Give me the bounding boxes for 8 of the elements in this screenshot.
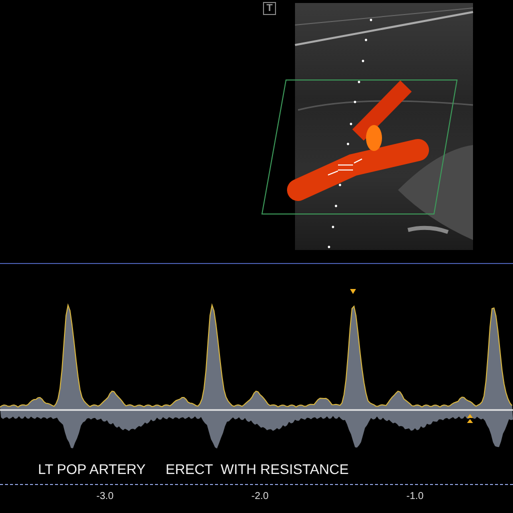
tick-label: -2.0: [250, 491, 270, 502]
mode-badge: T: [263, 2, 276, 15]
annotation-text: LT POP ARTERY: [38, 461, 146, 477]
tick-label: -1.0: [405, 491, 425, 502]
marker-icon: [467, 414, 473, 423]
tick-label: -3.0: [95, 491, 115, 502]
annotation-text: ERECT WITH RESISTANCE: [166, 461, 349, 477]
marker-icon: [350, 289, 356, 294]
